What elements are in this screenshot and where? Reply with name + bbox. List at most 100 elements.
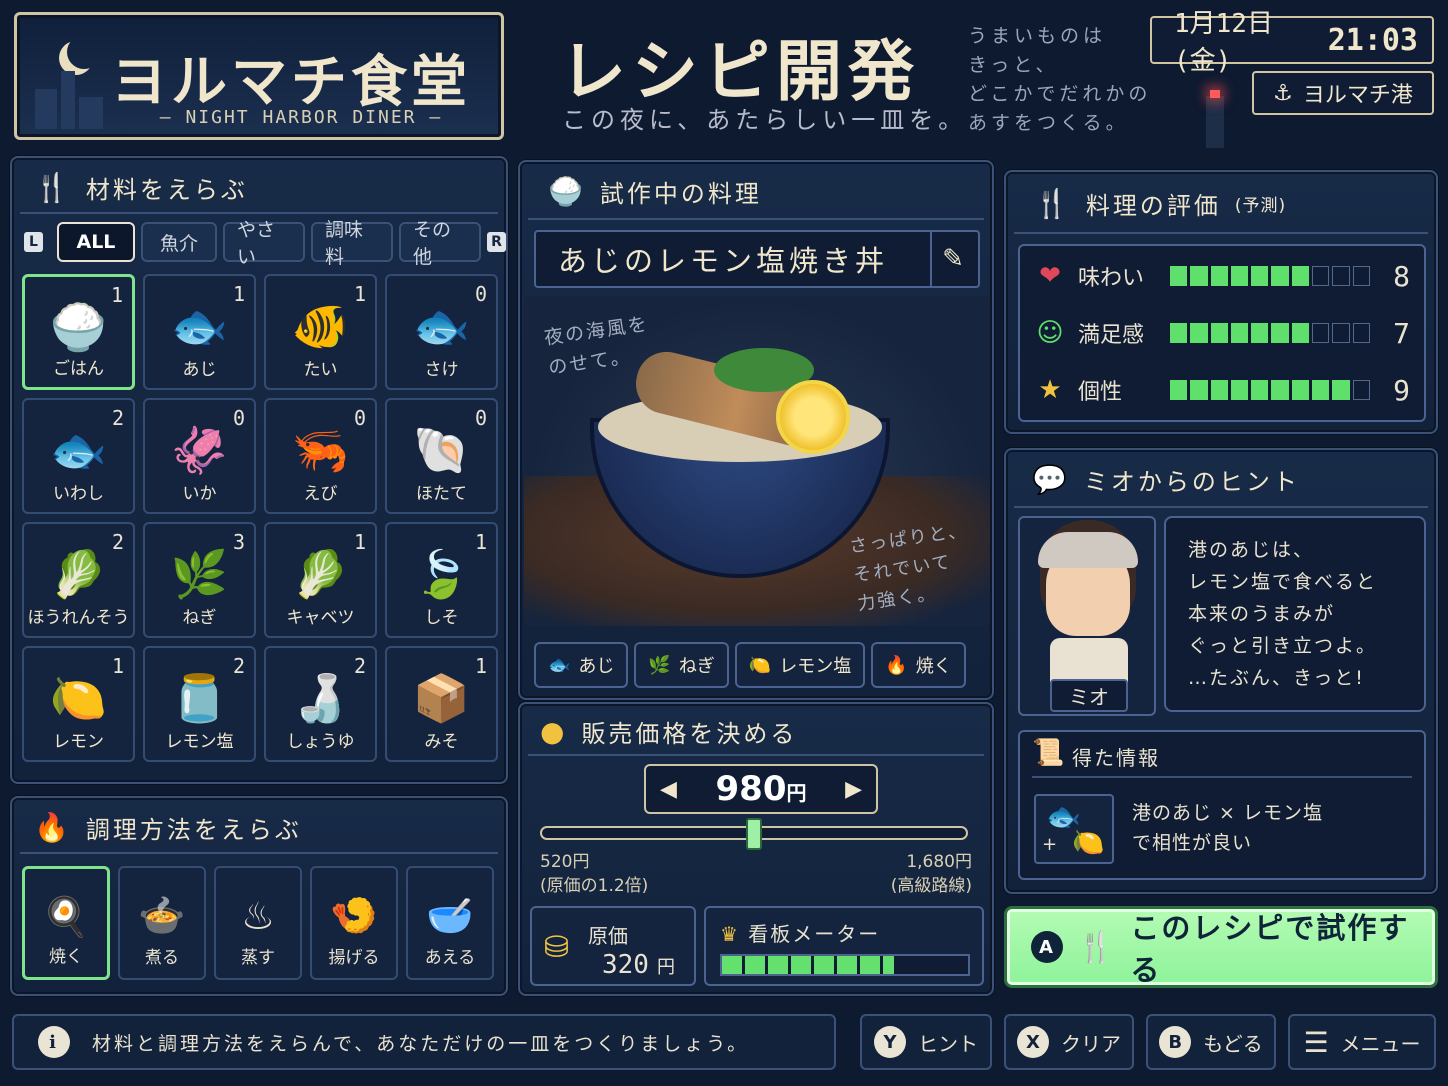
info-title: 得た情報: [1072, 746, 1160, 770]
ingredient-cell[interactable]: 3 🌿 ねぎ: [143, 522, 256, 638]
ingredient-count: 2: [353, 654, 366, 678]
cooking-title: 🔥 調理方法をえらぶ: [34, 810, 302, 845]
ingredient-cell[interactable]: 1 🥬 キャベツ: [264, 522, 377, 638]
clear-button[interactable]: X クリア: [1004, 1014, 1134, 1070]
menu-button[interactable]: ☰ メニュー: [1288, 1014, 1436, 1070]
divider: [528, 218, 984, 220]
evaluation-row: ☺ 満足感 7: [1030, 305, 1410, 361]
dish-preview-panel: 🍚 試作中の料理 あじのレモン塩焼き丼 ✎ 夜の海風を のせて。 さっぱりと、 …: [518, 160, 994, 700]
moon-icon: [67, 35, 101, 69]
sea-bream-icon: 🐠: [291, 299, 350, 353]
shrimp-icon: 🦐: [291, 423, 350, 477]
ingredient-name: いか: [182, 484, 217, 504]
ingredient-category-tabs: L ALL 魚介 やさい 調味料 その他 R: [24, 219, 506, 268]
ingredient-cell[interactable]: 1 🍚 ごはん: [22, 274, 135, 390]
hint-line: ぐっと引き立つよ。: [1188, 635, 1378, 657]
horse-mackerel-icon: 🐟: [170, 299, 229, 353]
cooking-method-option[interactable]: 🍲 煮る: [118, 866, 206, 980]
meter-label-text: 看板メーター: [748, 922, 881, 946]
price-number: 980: [715, 769, 787, 809]
rating-segment: [1312, 266, 1330, 286]
info-text: 港のあじ × レモン塩 で相性が良い: [1132, 798, 1323, 858]
ingredient-cell[interactable]: 0 🐚 ほたて: [385, 398, 498, 514]
evaluation-title: 🍴 料理の評価 (予測): [1034, 186, 1286, 221]
message-bar: i 材料と調理方法をえらんで、あなただけの一皿をつくりましょう。: [12, 1014, 836, 1070]
r-shoulder-icon[interactable]: R: [487, 232, 506, 252]
ingredient-cell[interactable]: 0 🦐 えび: [264, 398, 377, 514]
ingredient-cell[interactable]: 2 🍶 しょうゆ: [264, 646, 377, 762]
price-min-value: 520円: [540, 852, 590, 872]
rating-segment: [1210, 266, 1228, 286]
rating-segment: [1291, 266, 1310, 286]
ingredient-cell[interactable]: 1 🍃 しそ: [385, 522, 498, 638]
price-title: ● 販売価格を決める: [540, 714, 797, 749]
rating-segment: [1230, 380, 1249, 400]
back-button[interactable]: B もどる: [1146, 1014, 1276, 1070]
cooking-method-name: 焼く: [49, 947, 83, 967]
coin-icon: ●: [540, 715, 568, 748]
character-cap: [1038, 532, 1138, 568]
tab-all[interactable]: ALL: [56, 222, 135, 262]
cooking-method-name: 揚げる: [328, 948, 380, 968]
cabbage-icon: 🥬: [291, 547, 350, 601]
hint-button-label: ヒント: [918, 1031, 978, 1056]
edit-name-button[interactable]: ✎: [930, 232, 978, 286]
chip-label: レモン塩: [779, 656, 852, 677]
ingredient-count: 2: [111, 530, 124, 554]
ingredient-cell[interactable]: 2 🐟 いわし: [22, 398, 135, 514]
price-panel: ● 販売価格を決める ◀ 980 円 ▶ 520円 (原価の1.2倍) 1,680…: [518, 702, 994, 996]
cooking-method-name: あえる: [424, 948, 476, 968]
lemon-salt-jar-icon: 🫙: [170, 671, 229, 725]
ingredient-cell[interactable]: 0 🦑 いか: [143, 398, 256, 514]
spinach-icon: 🥬: [49, 547, 108, 601]
divider: [20, 852, 498, 854]
ingredient-name: みそ: [424, 732, 459, 752]
lemon-icon: 🍋: [49, 671, 108, 725]
logo-subtitle: — NIGHT HARBOR DINER —: [159, 107, 443, 128]
ingredient-cell[interactable]: 2 🥬 ほうれんそう: [22, 522, 135, 638]
ingredient-cell[interactable]: 1 📦 みそ: [385, 646, 498, 762]
back-button-label: もどる: [1203, 1031, 1263, 1056]
price-min: 520円 (原価の1.2倍): [540, 850, 648, 898]
flame-icon: 🔥: [34, 811, 72, 844]
ingredient-cell[interactable]: 0 🐟 さけ: [385, 274, 498, 390]
dish-name-field[interactable]: あじのレモン塩焼き丼 ✎: [534, 230, 980, 288]
tab-vegetables[interactable]: やさい: [222, 219, 305, 268]
b-button-icon: B: [1159, 1026, 1192, 1058]
cost-unit: 円: [656, 957, 675, 978]
ingredient-count: 1: [353, 282, 366, 306]
hint-button[interactable]: Y ヒント: [860, 1014, 992, 1070]
ingredient-count: 1: [474, 530, 487, 554]
cooking-method-option[interactable]: 🥣 あえる: [406, 866, 494, 980]
poem-line: あすをつくる。: [968, 112, 1129, 134]
try-recipe-button[interactable]: A 🍴 このレシピで試作する: [1004, 906, 1438, 988]
ingredient-cell[interactable]: 2 🫙 レモン塩: [143, 646, 256, 762]
cooking-method-name: 煮る: [145, 948, 179, 968]
ingredient-cell[interactable]: 1 🐟 あじ: [143, 274, 256, 390]
tab-other[interactable]: その他: [399, 219, 482, 268]
signature-meter-track: [720, 954, 970, 976]
ingredient-cell[interactable]: 1 🐠 たい: [264, 274, 377, 390]
tab-seafood[interactable]: 魚介: [140, 222, 217, 262]
price-decrease-button[interactable]: ◀: [660, 777, 677, 802]
ingredient-count: 0: [353, 406, 366, 430]
price-increase-button[interactable]: ▶: [845, 777, 862, 802]
steamer-icon: ♨: [240, 894, 276, 938]
try-recipe-label: このレシピで試作する: [1130, 911, 1410, 987]
cooking-method-option[interactable]: ♨ 蒸す: [214, 866, 302, 980]
mixing-bowl-icon: 🥣: [426, 893, 474, 938]
price-slider-handle[interactable]: [746, 818, 762, 850]
ingredient-count: 2: [111, 406, 124, 430]
lemon-slice: [776, 380, 850, 454]
l-shoulder-icon[interactable]: L: [24, 232, 43, 252]
tab-seasonings[interactable]: 調味料: [310, 219, 394, 268]
price-max-value: 1,680円: [906, 852, 972, 872]
cooking-method-option[interactable]: 🍤 揚げる: [310, 866, 398, 980]
lemon-icon: 🍋: [748, 654, 772, 676]
sardine-icon: 🐟: [49, 423, 108, 477]
ingredients-title-text: 材料をえらぶ: [85, 176, 248, 204]
ingredient-cell[interactable]: 1 🍋 レモン: [22, 646, 135, 762]
rating-segment: [1230, 323, 1249, 343]
ingredient-name: ねぎ: [182, 608, 217, 628]
cooking-method-option[interactable]: 🍳 焼く: [22, 866, 110, 980]
